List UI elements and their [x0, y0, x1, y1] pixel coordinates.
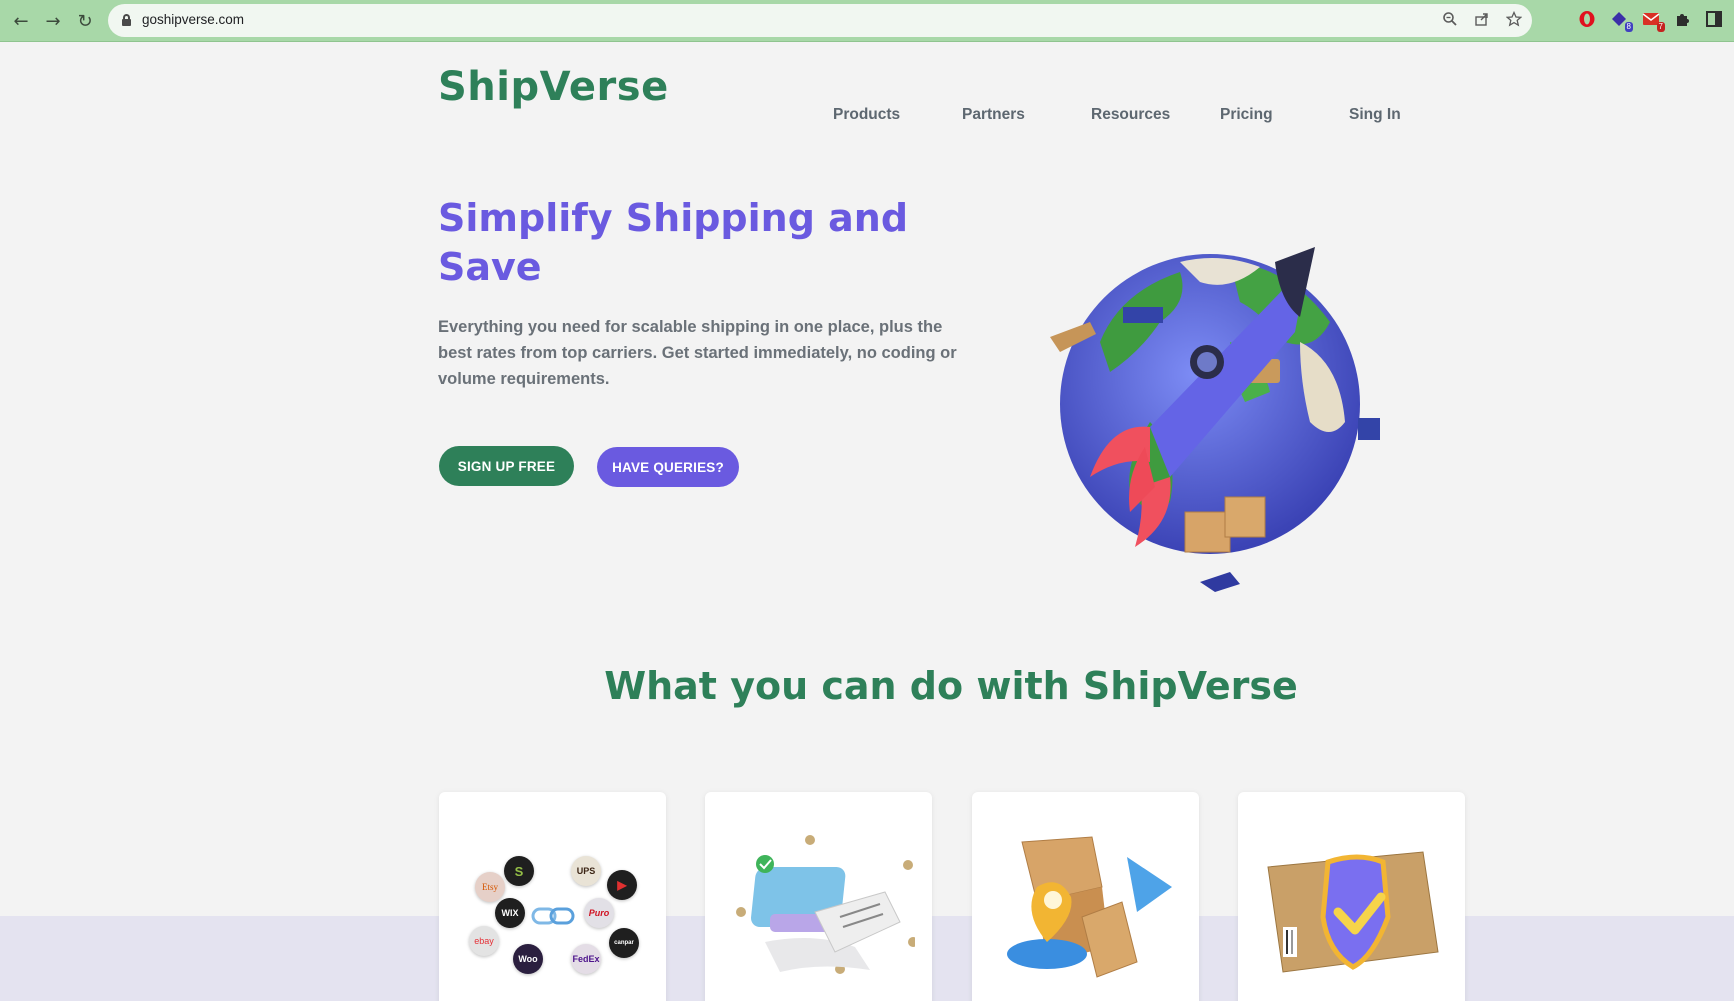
feature-card-integrations[interactable]: Etsy S UPS ▶ WIX Puro ebay Woo FedEx can…: [439, 792, 666, 1001]
opera-extension-icon[interactable]: [1578, 10, 1596, 28]
lock-icon: [122, 14, 131, 26]
sign-up-free-button[interactable]: SIGN UP FREE: [439, 446, 574, 486]
mail-badge: 7: [1656, 22, 1665, 32]
link-chain-icon: [531, 907, 575, 925]
nav-sign-in[interactable]: Sing In: [1349, 106, 1401, 124]
share-icon[interactable]: [1472, 11, 1492, 31]
label-printer-illustration: [736, 835, 915, 974]
site-logo[interactable]: ShipVerse: [438, 64, 669, 110]
extension-badge: 8: [1624, 22, 1633, 32]
etsy-chip: Etsy: [475, 872, 505, 902]
mail-extension-icon[interactable]: 7: [1642, 10, 1665, 32]
nav-partners[interactable]: Partners: [962, 106, 1025, 124]
side-panel-icon[interactable]: [1705, 10, 1723, 28]
hero-description: Everything you need for scalable shippin…: [438, 318, 957, 388]
wix-chip: WIX: [495, 898, 525, 928]
have-queries-button[interactable]: HAVE QUERIES?: [597, 447, 739, 487]
tracking-illustration: [1007, 836, 1172, 978]
back-icon[interactable]: ←: [8, 8, 34, 34]
puzzle-extensions-icon[interactable]: [1674, 10, 1692, 28]
extension-icon[interactable]: 8: [1610, 10, 1633, 32]
zoom-icon[interactable]: [1440, 11, 1460, 31]
forward-icon[interactable]: →: [40, 8, 66, 34]
bookmark-star-icon[interactable]: [1504, 10, 1524, 31]
shield-box-illustration: [1267, 851, 1439, 973]
page-content: ShipVerse Products Partners Resources Pr…: [0, 42, 1734, 1001]
nav-products[interactable]: Products: [833, 106, 900, 124]
shopify-chip: S: [504, 856, 534, 886]
nav-resources[interactable]: Resources: [1091, 106, 1170, 124]
feature-card-labels[interactable]: [705, 792, 932, 1001]
nav-pricing[interactable]: Pricing: [1220, 106, 1273, 124]
woocommerce-chip: Woo: [513, 944, 543, 974]
url-text[interactable]: goshipverse.com: [142, 12, 244, 27]
address-bar[interactable]: goshipverse.com: [108, 4, 1532, 37]
feature-card-insurance[interactable]: [1238, 792, 1465, 1001]
reload-icon[interactable]: ↻: [72, 8, 98, 34]
fedex-chip: FedEx: [571, 944, 601, 974]
hero-title: Simplify Shipping and Save: [438, 196, 909, 289]
browser-toolbar: ← → ↻ goshipverse.com 8 7: [0, 0, 1734, 42]
ebay-chip: ebay: [469, 926, 499, 956]
canpar-chip: canpar: [609, 928, 639, 958]
purolator-chip: Puro: [584, 898, 614, 928]
features-section-title: What you can do with ShipVerse: [604, 664, 1298, 708]
feature-card-tracking[interactable]: [972, 792, 1199, 1001]
delivery-chip: ▶: [607, 870, 637, 900]
ups-chip: UPS: [571, 856, 601, 886]
globe-rocket-illustration: [1050, 247, 1380, 592]
